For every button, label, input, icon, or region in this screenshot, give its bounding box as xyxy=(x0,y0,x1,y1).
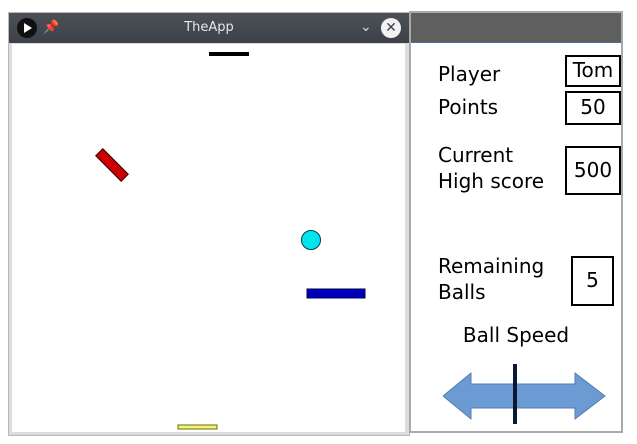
points-value: 50 xyxy=(565,91,621,125)
red-obstacle xyxy=(95,148,129,182)
speed-slider-handle[interactable] xyxy=(513,364,517,424)
points-label: Points xyxy=(438,95,499,119)
highscore-value: 500 xyxy=(565,146,621,195)
player-paddle[interactable] xyxy=(177,424,218,430)
balls-label-line2: Balls xyxy=(438,280,486,304)
game-window: 📌 TheApp ⌄ ✕ xyxy=(8,12,410,436)
chevron-down-icon[interactable]: ⌄ xyxy=(360,19,372,35)
playfield-canvas xyxy=(95,52,366,430)
top-paddle xyxy=(209,52,249,56)
close-icon[interactable]: ✕ xyxy=(381,18,401,38)
speed-label: Ball Speed xyxy=(462,323,570,347)
panel-header xyxy=(411,13,621,43)
speed-slider-graphic xyxy=(442,364,606,424)
player-label: Player xyxy=(438,62,501,86)
game-playfield[interactable] xyxy=(12,44,405,432)
highscore-label-line2: High score xyxy=(438,169,545,193)
ball-speed-slider[interactable] xyxy=(442,362,607,426)
highscore-label-line1: Current xyxy=(438,143,514,167)
score-panel: Player Tom Points 50 Current High score … xyxy=(409,11,623,433)
blue-block xyxy=(306,288,366,299)
balls-label-line1: Remaining xyxy=(438,254,545,278)
double-arrow-track xyxy=(442,371,606,421)
player-value: Tom xyxy=(565,55,621,87)
window-title: TheApp xyxy=(184,20,234,35)
ball xyxy=(301,230,321,250)
balls-value: 5 xyxy=(571,256,614,306)
title-bar[interactable]: 📌 TheApp ⌄ ✕ xyxy=(9,13,409,43)
